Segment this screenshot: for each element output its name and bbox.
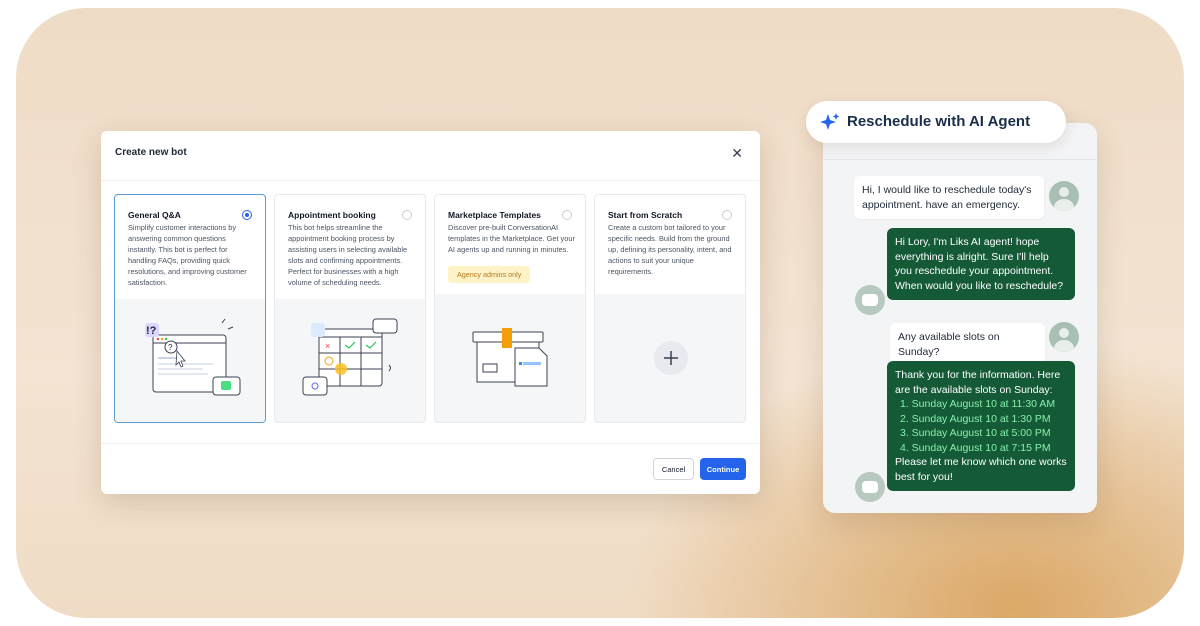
bot-message-slots: Thank you for the information. Here are …	[887, 361, 1075, 491]
chat-window: Hi, I would like to reschedule today's a…	[823, 123, 1097, 513]
modal-footer: Cancel Continue	[101, 443, 760, 494]
card-general-qa[interactable]: General Q&A Simplify customer interactio…	[114, 194, 266, 423]
card-description: Discover pre-built ConversationAI templa…	[448, 223, 575, 254]
pill-label: Reschedule with AI Agent	[847, 113, 1031, 130]
card-title: Start from Scratch	[608, 210, 683, 220]
create-bot-modal: Create new bot ✕ General Q&A Simplify cu…	[101, 131, 760, 494]
card-title: General Q&A	[128, 210, 181, 220]
svg-text:?: ?	[168, 343, 173, 352]
card-description: This bot helps streamline the appointmen…	[288, 223, 408, 287]
slot-item[interactable]: 4. Sunday August 10 at 7:15 PM	[895, 441, 1067, 456]
card-marketplace-templates[interactable]: Marketplace Templates Discover pre-built…	[434, 194, 586, 423]
user-message: Hi, I would like to reschedule today's a…	[854, 176, 1044, 219]
marketplace-illustration-graphic	[472, 328, 548, 387]
slot-list: 1. Sunday August 10 at 11:30 AM 2. Sunda…	[895, 397, 1067, 455]
cancel-button[interactable]: Cancel	[653, 458, 694, 480]
modal-title: Create new bot	[115, 147, 187, 158]
qa-illustration: ? !?	[115, 299, 265, 422]
bot-avatar	[855, 472, 885, 502]
close-icon[interactable]: ✕	[731, 145, 743, 162]
radio-general-qa[interactable]	[242, 210, 252, 220]
card-description: Create a custom bot tailored to your spe…	[608, 223, 732, 276]
card-title: Marketplace Templates	[448, 210, 541, 220]
card-appointment-booking[interactable]: Appointment booking This bot helps strea…	[274, 194, 426, 423]
agency-admins-badge: Agency admins only	[448, 266, 531, 283]
bot-avatar	[855, 285, 885, 315]
calendar-illustration-graphic: ×	[302, 318, 398, 396]
radio-start-from-scratch[interactable]	[722, 210, 732, 220]
user-message: Any available slots on Sunday?	[890, 323, 1045, 366]
reschedule-agent-pill: Reschedule with AI Agent	[806, 101, 1066, 143]
user-avatar	[1049, 181, 1079, 211]
scratch-illustration	[595, 294, 745, 422]
bot-message-outro: Please let me know which one works best …	[895, 456, 1067, 483]
card-title: Appointment booking	[288, 210, 376, 220]
calendar-illustration: ×	[275, 299, 425, 422]
plus-icon	[654, 341, 688, 375]
modal-header: Create new bot ✕	[101, 131, 760, 181]
card-description: Simplify customer interactions by answer…	[128, 223, 247, 287]
user-avatar	[1049, 322, 1079, 352]
svg-text:×: ×	[325, 341, 330, 351]
slot-item[interactable]: 2. Sunday August 10 at 1:30 PM	[895, 412, 1067, 427]
bot-message: Hi Lory, I'm Liks AI agent! hope everyth…	[887, 228, 1075, 300]
bot-message-intro: Thank you for the information. Here are …	[895, 369, 1061, 396]
slot-item[interactable]: 1. Sunday August 10 at 11:30 AM	[895, 397, 1067, 412]
radio-marketplace-templates[interactable]	[562, 210, 572, 220]
marketplace-illustration	[435, 294, 585, 422]
slot-item[interactable]: 3. Sunday August 10 at 5:00 PM	[895, 426, 1067, 441]
svg-text:!?: !?	[146, 325, 157, 337]
chat-divider	[823, 159, 1097, 160]
sparkle-icon	[819, 112, 841, 137]
qa-illustration-graphic: ? !?	[145, 318, 241, 396]
continue-button[interactable]: Continue	[700, 458, 746, 480]
card-start-from-scratch[interactable]: Start from Scratch Create a custom bot t…	[594, 194, 746, 423]
radio-appointment-booking[interactable]	[402, 210, 412, 220]
